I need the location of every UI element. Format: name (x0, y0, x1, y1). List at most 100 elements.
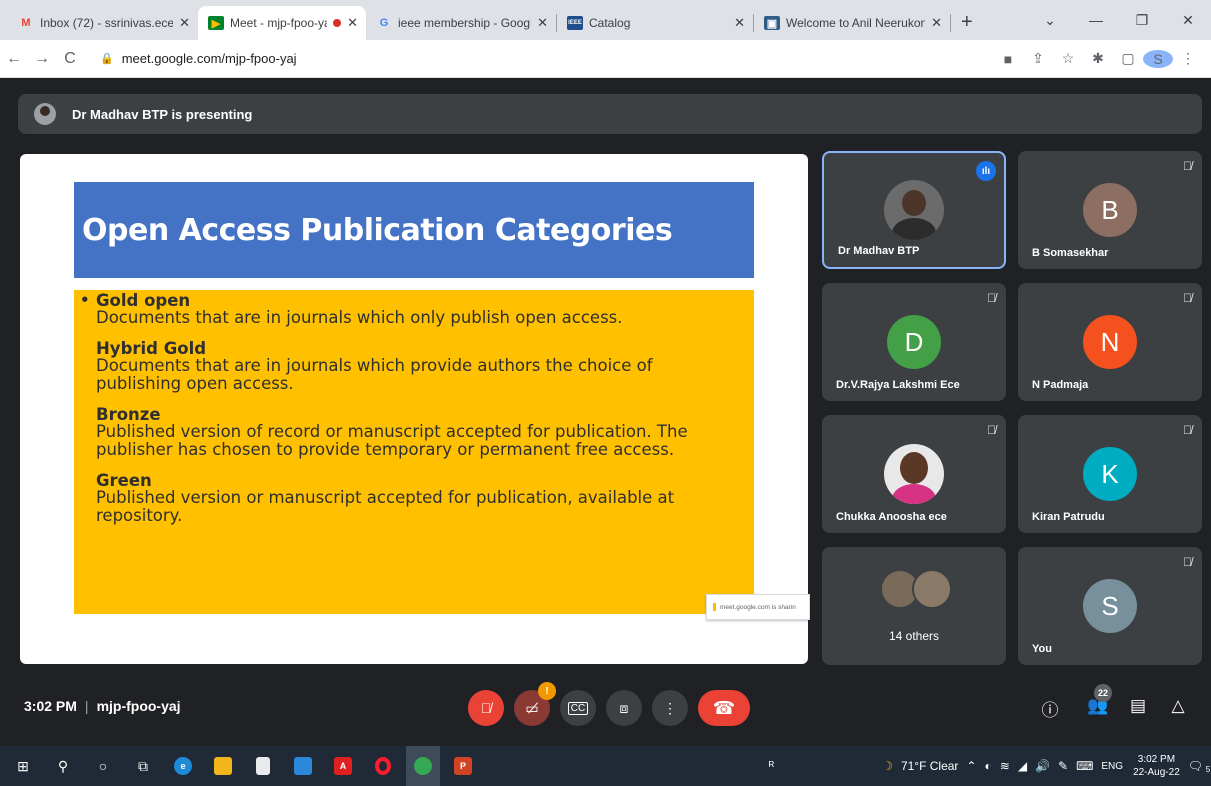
search-button[interactable]: ⚲ (46, 746, 80, 786)
taskbar-edge[interactable]: e (166, 746, 200, 786)
participant-avatar: K (1083, 447, 1137, 501)
tab-search-icon[interactable]: ⌄ (1027, 12, 1073, 29)
activities-button[interactable]: △ (1166, 696, 1190, 716)
back-icon[interactable]: ← (0, 50, 28, 68)
side-panel-icon[interactable]: ▢ (1113, 50, 1143, 67)
participant-name: Dr Madhav BTP (838, 245, 920, 257)
wifi-icon[interactable]: ◢ (1018, 759, 1027, 773)
tab-close-icon[interactable]: ✕ (179, 15, 190, 31)
network-icon[interactable]: ≋ (1000, 759, 1010, 773)
meeting-info-button[interactable]: ⓘ (1038, 696, 1062, 721)
leave-call-button[interactable]: ☎ (698, 690, 750, 726)
participant-avatar: S (1083, 579, 1137, 633)
reload-icon[interactable]: C (56, 50, 84, 68)
cortana-button[interactable]: ○ (86, 746, 120, 786)
participant-photo (884, 444, 944, 504)
taskbar-file[interactable] (246, 746, 280, 786)
meeting-details: 3:02 PM | mjp-fpoo-yaj (24, 698, 181, 714)
participant-tile-rajya-lakshmi[interactable]: D 🎙̸ Dr.V.Rajya Lakshmi Ece (822, 283, 1006, 401)
tab-separator (950, 14, 951, 32)
keyboard-icon[interactable]: ⌨ (1076, 759, 1093, 773)
taskbar-opera[interactable] (366, 746, 400, 786)
meet-icon: ▶ (208, 16, 224, 30)
participant-tile-madhav[interactable]: ılı Dr Madhav BTP (822, 151, 1006, 269)
participant-tile-padmaja[interactable]: N 🎙̸ N Padmaja (1018, 283, 1202, 401)
clock[interactable]: 3:02 PM 22-Aug-22 (1133, 753, 1180, 779)
bookmark-star-icon[interactable]: ☆ (1053, 50, 1083, 67)
profile-button[interactable]: S (1143, 49, 1173, 68)
close-window-icon[interactable]: ✕ (1165, 12, 1211, 29)
participant-tile-others[interactable]: 14 others (822, 547, 1006, 665)
meeting-code: mjp-fpoo-yaj (96, 698, 181, 714)
task-view-button[interactable]: ⧉ (126, 746, 160, 786)
participant-tile-anoosha[interactable]: 🎙̸ Chukka Anoosha ece (822, 415, 1006, 533)
tab-meet[interactable]: ▶ Meet - mjp-fpoo-yaj ✕ (198, 6, 366, 40)
people-button[interactable]: 22 👥 (1086, 684, 1112, 716)
taskbar-acrobat[interactable]: A (326, 746, 360, 786)
tab-close-icon[interactable]: ✕ (734, 15, 745, 31)
restore-icon[interactable]: ❐ (1119, 12, 1165, 29)
clock-time: 3:02 PM (1137, 754, 1176, 765)
participant-name: Chukka Anoosha ece (836, 511, 947, 523)
tab-anil[interactable]: ▣ Welcome to Anil Neerukond ✕ (754, 6, 950, 40)
others-avatars (880, 569, 952, 613)
taskbar-store[interactable] (286, 746, 320, 786)
volume-icon[interactable]: 🔊 (1035, 759, 1050, 773)
mic-off-icon: 🎙̸ (1183, 555, 1192, 569)
participant-tile-you[interactable]: S 🎙̸ You (1018, 547, 1202, 665)
participant-tile-somasekhar[interactable]: B 🎙̸ B Somasekhar (1018, 151, 1202, 269)
mic-off-icon: 🎙̸ (987, 291, 996, 305)
share-icon[interactable]: ⇪ (1023, 50, 1053, 67)
category-name: Hybrid Gold (96, 339, 207, 358)
chat-button[interactable]: ▤ (1126, 696, 1150, 716)
taskbar-explorer[interactable] (206, 746, 240, 786)
meet-tray-icon[interactable]: ◐ (985, 759, 992, 773)
weather-icon[interactable]: ☽ (882, 759, 893, 773)
start-button[interactable]: ⊞ (6, 746, 40, 786)
tab-close-icon[interactable]: ✕ (537, 15, 548, 31)
captions-button[interactable]: CC (560, 690, 596, 726)
category-desc: Published version of record or manuscrip… (96, 422, 688, 441)
recording-indicator-icon (333, 19, 342, 27)
file-icon (256, 757, 270, 775)
pen-icon[interactable]: ✎ (1058, 759, 1068, 773)
tab-close-icon[interactable]: ✕ (347, 15, 358, 31)
url-bar[interactable]: 🔒 meet.google.com/mjp-fpoo-yaj (88, 44, 983, 74)
more-options-button[interactable]: ⋮ (652, 690, 688, 726)
edge-icon: e (174, 757, 192, 775)
camera-in-use-icon[interactable]: ■ (993, 51, 1023, 67)
participant-avatar: N (1083, 315, 1137, 369)
acrobat-icon: A (334, 757, 352, 775)
sharing-notification[interactable]: meet.google.com is sharin (706, 594, 810, 620)
category-item: Hybrid Gold Documents that are in journa… (96, 340, 754, 393)
opera-icon (375, 757, 391, 775)
others-count: 14 others (888, 629, 940, 643)
taskbar-powerpoint[interactable]: P (446, 746, 480, 786)
tab-gmail[interactable]: M Inbox (72) - ssrinivas.ece@an ✕ (8, 6, 198, 40)
task-view-icon: ⧉ (138, 757, 148, 774)
tab-title: Inbox (72) - ssrinivas.ece@an (40, 16, 174, 30)
tab-close-icon[interactable]: ✕ (931, 15, 942, 31)
people-pin-icon[interactable]: ᴿ (769, 759, 774, 773)
camera-toggle-button[interactable]: ▭̸! (514, 682, 556, 726)
extensions-icon[interactable]: ✱ (1083, 50, 1113, 67)
menu-kebab-icon[interactable]: ⋮ (1173, 50, 1203, 67)
weather-text[interactable]: 71°F Clear (901, 759, 959, 773)
new-tab-icon[interactable]: + (961, 11, 973, 34)
people-count-badge: 22 (1094, 684, 1112, 702)
present-button[interactable]: ⧈ (606, 690, 642, 726)
language-indicator[interactable]: ENG (1101, 761, 1123, 772)
tab-google-search[interactable]: G ieee membership - Google S ✕ (366, 6, 556, 40)
mic-off-icon: 🎙̸ (1183, 423, 1192, 437)
minimize-icon[interactable]: — (1073, 12, 1119, 28)
address-toolbar: ← → C 🔒 meet.google.com/mjp-fpoo-yaj ■ ⇪… (0, 40, 1211, 78)
folder-icon (214, 757, 232, 775)
mic-toggle-button[interactable]: 🎙̸ (468, 690, 504, 726)
participant-tile-kiran[interactable]: K 🎙̸ Kiran Patrudu (1018, 415, 1202, 533)
tray-chevron-icon[interactable]: ⌃ (966, 759, 976, 773)
tab-catalog[interactable]: IEEE Catalog ✕ (557, 6, 753, 40)
notification-center-button[interactable]: 🗨 5 (1188, 759, 1210, 774)
taskbar-chrome[interactable] (406, 746, 440, 786)
lock-icon[interactable]: 🔒 (100, 52, 114, 65)
forward-icon[interactable]: → (28, 50, 56, 68)
